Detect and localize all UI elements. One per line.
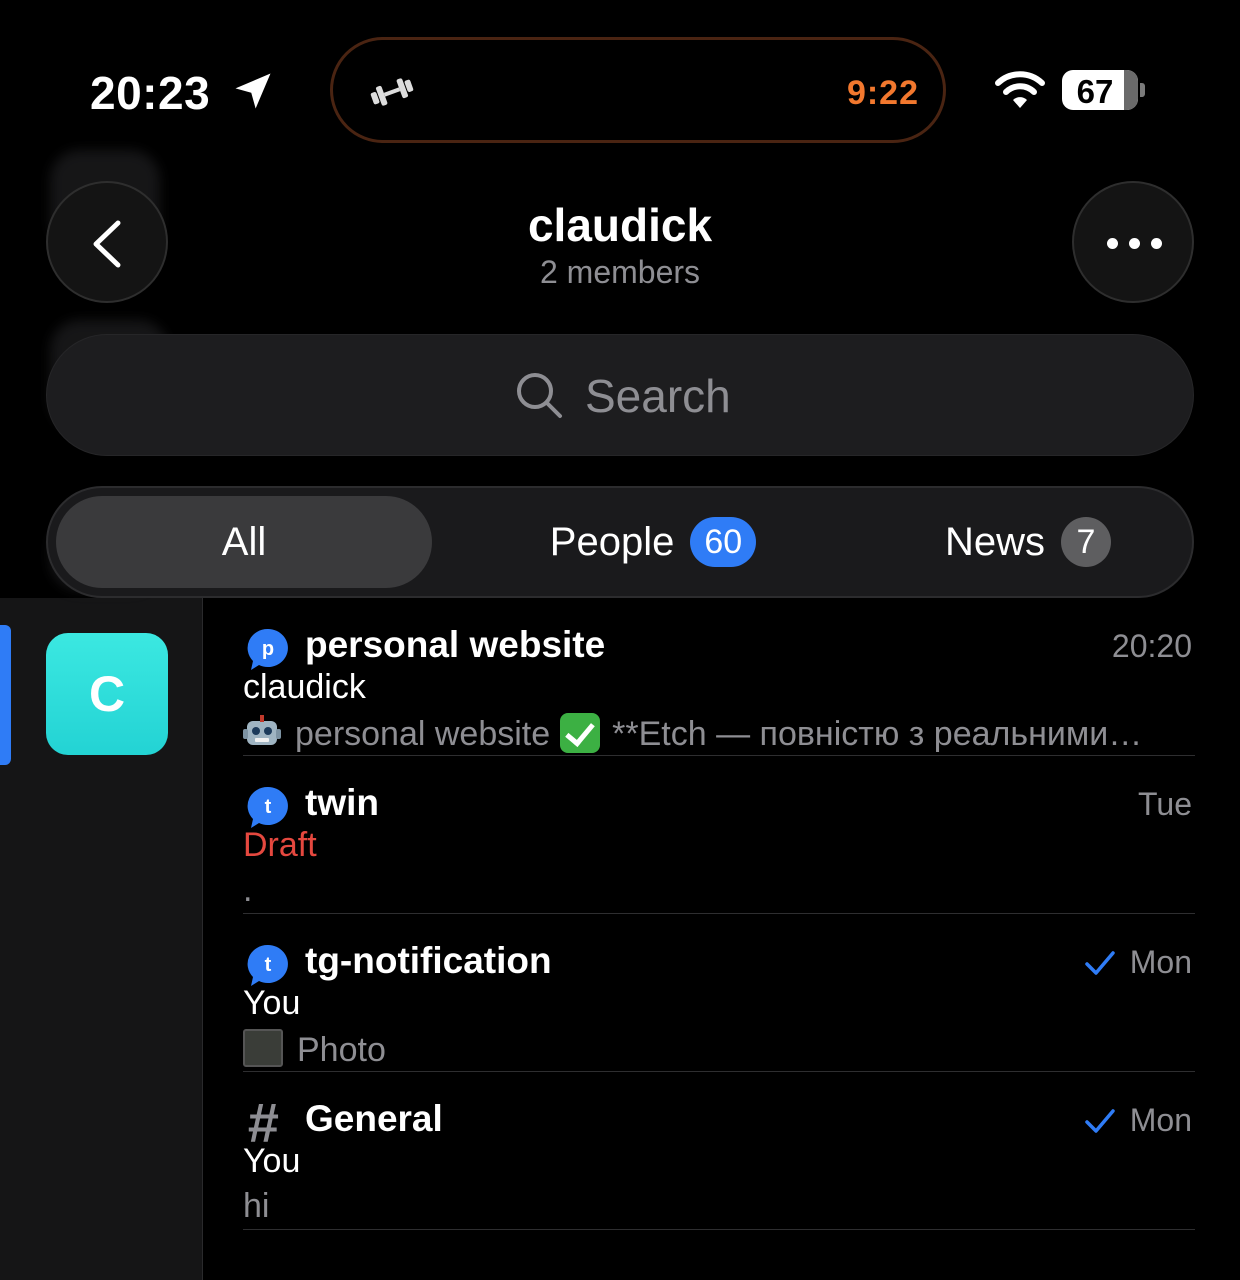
last-message-preview: personal website **Etch — повністю з реал… (243, 713, 1193, 754)
svg-text:p: p (262, 638, 274, 660)
filter-tabs: All People 60 News 7 (46, 486, 1194, 598)
last-sender: You (243, 984, 301, 1022)
last-sender: claudick (243, 668, 366, 706)
tab-news[interactable]: News 7 (888, 488, 1168, 596)
read-check-icon (1085, 950, 1115, 975)
list-item[interactable]: p personal website 20:20 claudick person… (203, 598, 1240, 756)
tab-all[interactable]: All (56, 496, 432, 588)
draft-label: Draft (243, 826, 317, 864)
unread-badge: 7 (1061, 517, 1112, 567)
preview-text: Photo (297, 1031, 386, 1069)
folder-avatar[interactable]: C (46, 633, 168, 755)
tab-label: News (944, 519, 1046, 564)
ellipsis-dot (1129, 238, 1140, 249)
date-text: Mon (1129, 1102, 1192, 1138)
topic-name: tg-notification (305, 940, 552, 981)
photo-thumbnail (243, 1029, 283, 1067)
ellipsis-dot (1151, 238, 1162, 249)
list-item[interactable]: t tg-notification Mon You Photo (203, 914, 1240, 1072)
list-item[interactable]: t twin Tue Draft . (203, 756, 1240, 914)
topic-bubble-icon: t (247, 944, 288, 986)
topic-date: Mon (1084, 944, 1192, 981)
robot-icon (243, 715, 281, 745)
topic-name: General (305, 1098, 443, 1139)
date-text: Tue (1138, 786, 1192, 822)
folder-avatar-letter: C (88, 666, 126, 722)
tab-label: People (549, 519, 675, 564)
search-field[interactable]: Search (46, 334, 1194, 456)
topic-date: Mon (1084, 1102, 1192, 1139)
dumbbell-icon (370, 78, 414, 106)
topic-bubble-icon: p (247, 628, 288, 670)
topic-name: personal website (305, 624, 606, 665)
live-activity-timer: 9:22 (846, 74, 919, 112)
preview-text: **Etch — повністю з реальними… (612, 715, 1143, 753)
last-message-preview: Photo (243, 1029, 1193, 1070)
location-arrow-icon (235, 73, 271, 109)
topic-bubble-icon: t (247, 786, 288, 828)
battery-icon: 67 (1062, 70, 1138, 110)
last-message-preview: . (243, 871, 253, 909)
ellipsis-icon (1107, 238, 1118, 249)
status-time: 20:23 (90, 67, 211, 119)
list-item[interactable]: # General Mon You hi (203, 1072, 1240, 1230)
topic-date: 20:20 (1112, 628, 1192, 665)
svg-text:t: t (265, 954, 272, 976)
status-bar: 20:23 9:22 67 (0, 0, 1240, 170)
wifi-icon (995, 71, 1045, 108)
topic-name: twin (305, 782, 379, 823)
date-text: 20:20 (1111, 628, 1192, 664)
battery-percent: 67 (1076, 73, 1114, 110)
preview-text: personal website (295, 715, 551, 753)
search-icon (517, 373, 562, 418)
date-text: Mon (1129, 944, 1192, 980)
svg-text:t: t (265, 796, 272, 818)
tab-people[interactable]: People 60 (488, 488, 818, 596)
chat-subtitle: 2 members (539, 254, 701, 290)
more-button[interactable] (1072, 181, 1194, 303)
search-placeholder: Search (585, 370, 731, 422)
last-sender: You (243, 1142, 301, 1180)
check-mark-icon (560, 713, 601, 753)
folder-selection-indicator (0, 625, 11, 765)
divider (243, 1229, 1195, 1230)
last-message-preview: hi (243, 1187, 270, 1225)
unread-badge: 60 (690, 517, 757, 567)
read-check-icon (1085, 1108, 1115, 1133)
battery-tip (1140, 83, 1145, 97)
topic-list: p personal website 20:20 claudick person… (203, 598, 1240, 1230)
topic-date: Tue (1138, 786, 1192, 823)
dynamic-island[interactable]: 9:22 (330, 37, 946, 143)
tab-label: All (221, 519, 267, 564)
chat-title: claudick (527, 199, 713, 251)
